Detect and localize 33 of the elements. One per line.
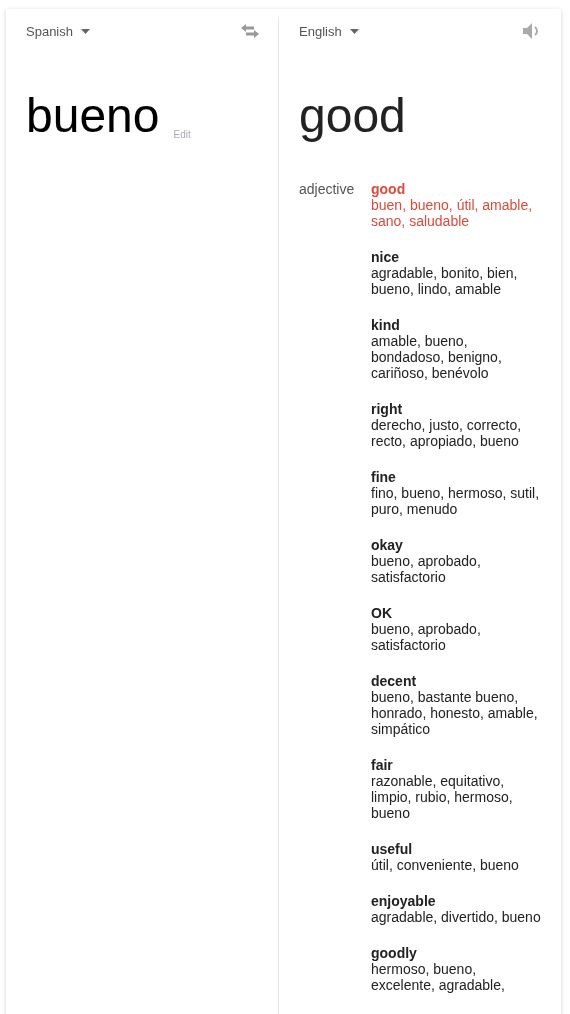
reverse-translations: bueno, bastante bueno, honrado, honesto, amable, simpático [371, 689, 539, 737]
translation-word[interactable]: nice [371, 249, 541, 265]
reverse-translations: bueno, aprobado, satisfactorio [371, 553, 482, 585]
reverse-translations: amable, bueno, bondadoso, benigno, cariñoso, benévolo [371, 333, 503, 381]
reverse-translations: bueno, aprobado, satisfactorio [371, 621, 482, 653]
translation-word[interactable]: fine [371, 469, 541, 485]
caret-icon [349, 28, 359, 34]
reverse-translations: fino, bueno, hermoso, sutil, puro, menudo [371, 485, 541, 517]
translation-word[interactable]: good [371, 181, 541, 197]
source-word: bueno [26, 88, 160, 144]
reverse-translations: útil, conveniente, bueno [371, 857, 520, 873]
target-word: good [299, 88, 406, 144]
translation-word[interactable]: goodly [371, 945, 541, 961]
reverse-translations: razonable, equitativo, limpio, rubio, hermoso, bueno [371, 773, 514, 821]
swap-icon[interactable] [240, 23, 260, 39]
speaker-icon[interactable] [522, 22, 541, 40]
translation-word[interactable]: OK [371, 605, 541, 621]
translation-word[interactable]: okay [371, 537, 541, 553]
target-language-dropdown[interactable]: English [299, 23, 359, 39]
caret-icon [81, 28, 90, 34]
reverse-translations: derecho, justo, correcto, recto, apropiado, bueno [371, 417, 523, 449]
reverse-translations: buen, bueno, útil, amable, sano, saludable [371, 197, 534, 229]
translation-word[interactable]: enjoyable [371, 893, 541, 909]
translation-word[interactable]: useful [371, 841, 541, 857]
translation-word[interactable]: right [371, 401, 541, 417]
translation-word[interactable]: kind [371, 317, 541, 333]
source-language-dropdown[interactable]: Spanish [26, 23, 90, 39]
part-of-speech: adjective [299, 181, 356, 199]
translation-word[interactable]: decent [371, 673, 541, 689]
reverse-translations: agradable, bonito, bien, bueno, lindo, amable [371, 265, 519, 297]
translation-word[interactable]: fair [371, 757, 541, 773]
reverse-translations: hermoso, bueno, excelente, agradable, [371, 961, 506, 993]
reverse-translations: agradable, divertido, bueno [371, 909, 541, 925]
